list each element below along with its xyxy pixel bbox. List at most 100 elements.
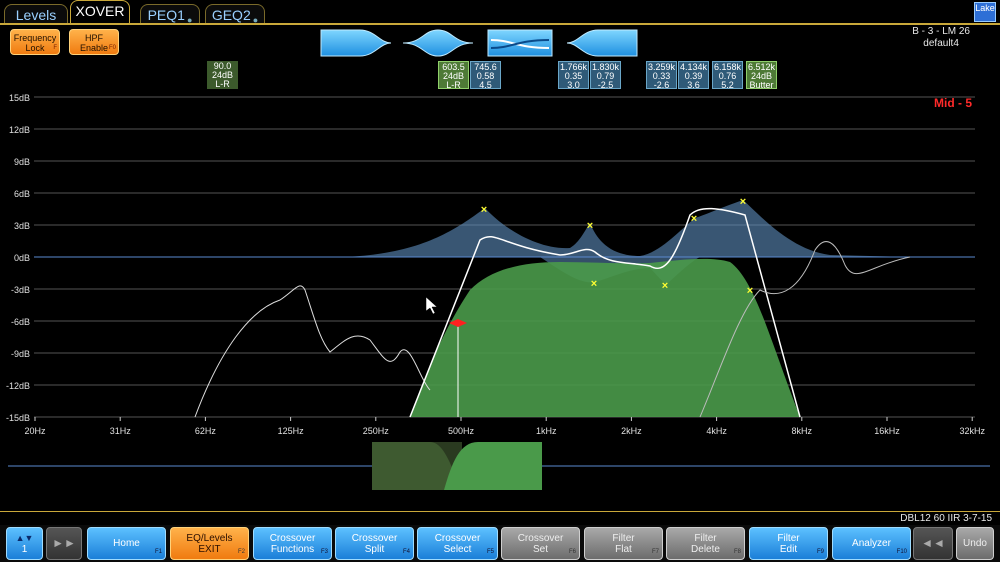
function-key-label: F1 [154,549,162,555]
lake-logo[interactable]: Lake [974,2,996,22]
passband-area [410,258,800,417]
y-tick-label: 15dB [9,93,30,103]
tab-xover[interactable]: XOVER [70,0,130,24]
filter-param-box[interactable]: 1.766k 0.35 3.0 [558,61,589,90]
highpass-shape-icon[interactable] [566,28,638,58]
frame-top-border [0,23,1000,25]
crossover-functions-button[interactable]: Crossover Functions F3 [253,527,332,560]
filter-param-value: L-R [215,79,230,89]
function-key-bar: ▲▼ 1 ►► Home F1 EQ/Levels EXIT F2 Crossover Funct… [0,525,1000,562]
button-label: Crossover [434,532,481,544]
button-label: Undo [963,538,987,549]
x-tick-label: 4kHz [706,426,727,436]
x-tick-label: 125Hz [278,426,305,436]
filter-delete-button[interactable]: Filter Delete F8 [666,527,745,560]
button-label: Filter [612,532,635,544]
frequency-lock-fkey: F [53,45,57,51]
fast-forward-icon-button[interactable]: ►► [46,527,82,560]
function-key-label: F5 [486,549,494,555]
filter-param-box[interactable]: 4.134k 0.39 3.6 [678,61,709,90]
tab-label: Levels [15,7,57,23]
y-tick-label: 0dB [14,253,30,263]
filter-param-box[interactable]: 603.5 24dB L-R [438,61,469,90]
button-sublabel: Flat [615,543,632,555]
y-tick-label: -6dB [11,317,30,327]
eq-levels-exit-button[interactable]: EQ/Levels EXIT F2 [170,527,249,560]
crossover-select-button[interactable]: Crossover Select F5 [417,527,498,560]
bandpass-shape-icon[interactable] [402,28,474,58]
rewind-icon: ◄◄ [921,536,945,550]
crossover-graph[interactable]: 15dB 12dB 9dB 6dB 3dB 0dB -3dB -6dB -9dB -12dB -15… [0,90,1000,511]
filter-param-value: -2.5 [597,80,614,90]
frequency-lock-line1: Frequency [13,33,57,43]
tab-geq2[interactable]: GEQ2 ● [205,4,265,25]
status-text: DBL12 60 IIR 3-7-15 [900,513,992,524]
y-tick-label: -15dB [6,413,30,423]
button-sublabel: Split [364,543,385,555]
frequency-lock-button[interactable]: Frequency Lock F [10,29,60,55]
button-label: EQ/Levels [186,532,233,544]
button-sublabel: Select [443,543,472,555]
up-down-arrows-icon: ▲▼ [15,532,34,543]
crossover-set-button[interactable]: Crossover Set F6 [501,527,580,560]
crossover-split-button[interactable]: Crossover Split F4 [335,527,414,560]
button-sublabel: 1 [21,543,28,555]
y-tick-label: 6dB [14,189,30,199]
button-label: Home [113,538,140,549]
1-button[interactable]: ▲▼ 1 [6,527,43,560]
filter-marker-icon: × [747,285,753,297]
filter-param-box[interactable]: 1.830k 0.79 -2.5 [590,61,621,90]
x-tick-label: 1kHz [536,426,557,436]
device-name: B - 3 - LM 26 [912,26,970,37]
filter-param-value: L-R [446,80,461,90]
device-preset: default4 [923,38,959,49]
filter-param-box[interactable]: 6.158k 0.76 5.2 [712,61,743,90]
home-button[interactable]: Home F1 [87,527,166,560]
filter-param-value: 5.2 [721,80,734,90]
filter-param-box[interactable]: 745.6 0.58 4.5 [470,61,501,90]
button-sublabel: Functions [270,543,315,555]
filter-param-value: 3.0 [567,80,580,90]
crossover-shape-icon[interactable] [487,28,553,58]
analyzer-button[interactable]: Analyzer F10 [832,527,911,560]
tab-peq1[interactable]: PEQ1 ● [140,4,200,25]
y-tick-label: 3dB [14,221,30,231]
undo-button[interactable]: Undo [956,527,994,560]
tab-label: GEQ2 [211,7,251,23]
function-key-label: F7 [651,549,659,555]
button-label: Crossover [269,532,316,544]
y-tick-label: 9dB [14,157,30,167]
function-key-label: F9 [816,549,824,555]
button-label: Filter [777,532,800,544]
filter-param-box[interactable]: 6.512k 24dB Butter [746,61,777,90]
button-sublabel: EXIT [198,543,221,555]
x-tick-label: 8kHz [792,426,813,436]
tab-levels[interactable]: Levels [4,4,68,24]
function-key-label: F2 [237,549,245,555]
button-sublabel: Set [532,543,548,555]
rewind-icon-button[interactable]: ◄◄ [913,527,953,560]
function-key-label: F6 [568,549,576,555]
hpf-enable-button[interactable]: HPF Enable F0 [69,29,119,55]
button-label: Analyzer [852,538,891,549]
tab-label: XOVER [75,3,125,19]
filter-marker-icon: × [691,213,697,225]
filter-edit-button[interactable]: Filter Edit F9 [749,527,828,560]
hpf-enable-fkey: F0 [108,45,116,51]
x-tick-label: 31Hz [110,426,132,436]
x-tick-label: 20Hz [24,426,46,436]
filter-param-box[interactable]: 3.259k 0.33 -2.6 [646,61,677,90]
filter-param-box[interactable]: 90.0 24dB L-R [207,61,238,89]
lowpass-shape-icon[interactable] [320,28,392,58]
x-tick-label: 62Hz [195,426,217,436]
x-tick-label: 250Hz [363,426,390,436]
button-sublabel: Edit [779,543,798,555]
tab-label: PEQ1 [147,7,185,23]
button-sublabel: Delete [691,543,720,555]
filter-param-value: -2.6 [653,80,670,90]
fast-forward-icon: ►► [52,536,76,550]
lake-logo-text: Lake [975,3,995,13]
filter-flat-button[interactable]: Filter Flat F7 [584,527,663,560]
x-tick-label: 500Hz [448,426,475,436]
mouse-cursor-icon [425,296,438,315]
